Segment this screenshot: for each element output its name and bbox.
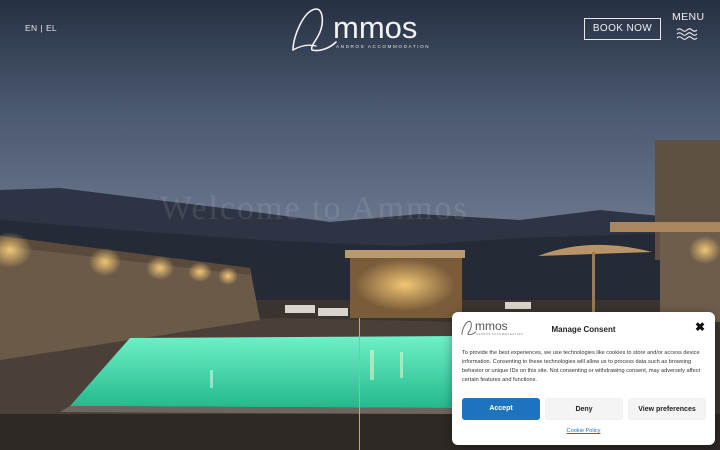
book-now-button[interactable]: BOOK NOW — [584, 18, 661, 40]
scroll-indicator-line — [359, 318, 360, 450]
cookie-policy-link[interactable]: Cookie Policy — [452, 428, 715, 434]
deny-button[interactable]: Deny — [545, 398, 623, 420]
lang-el-link[interactable]: EL — [46, 23, 57, 33]
waves-icon — [676, 28, 698, 40]
logo-tagline: ANDROS ACCOMMODATION — [336, 44, 431, 49]
accept-button[interactable]: Accept — [462, 398, 540, 420]
menu-label: MENU — [672, 11, 705, 23]
lang-separator: | — [40, 23, 43, 33]
lang-en-link[interactable]: EN — [25, 23, 37, 33]
menu-button[interactable]: MENU — [672, 11, 705, 41]
hero-welcome-text: Welcome to Ammos — [160, 190, 469, 227]
view-preferences-button[interactable]: View preferences — [628, 398, 706, 420]
site-logo[interactable]: mmos ANDROS ACCOMMODATION — [290, 6, 429, 54]
logo-wordmark: mmos — [333, 10, 418, 45]
language-switcher: EN | EL — [25, 23, 57, 33]
consent-body-text: To provide the best experiences, we use … — [462, 350, 701, 383]
cookie-consent-dialog: mmos ANDROS ACCOMMODATION Manage Consent… — [452, 312, 715, 445]
consent-title: Manage Consent — [551, 325, 616, 334]
close-icon[interactable]: ✖ — [695, 321, 705, 333]
